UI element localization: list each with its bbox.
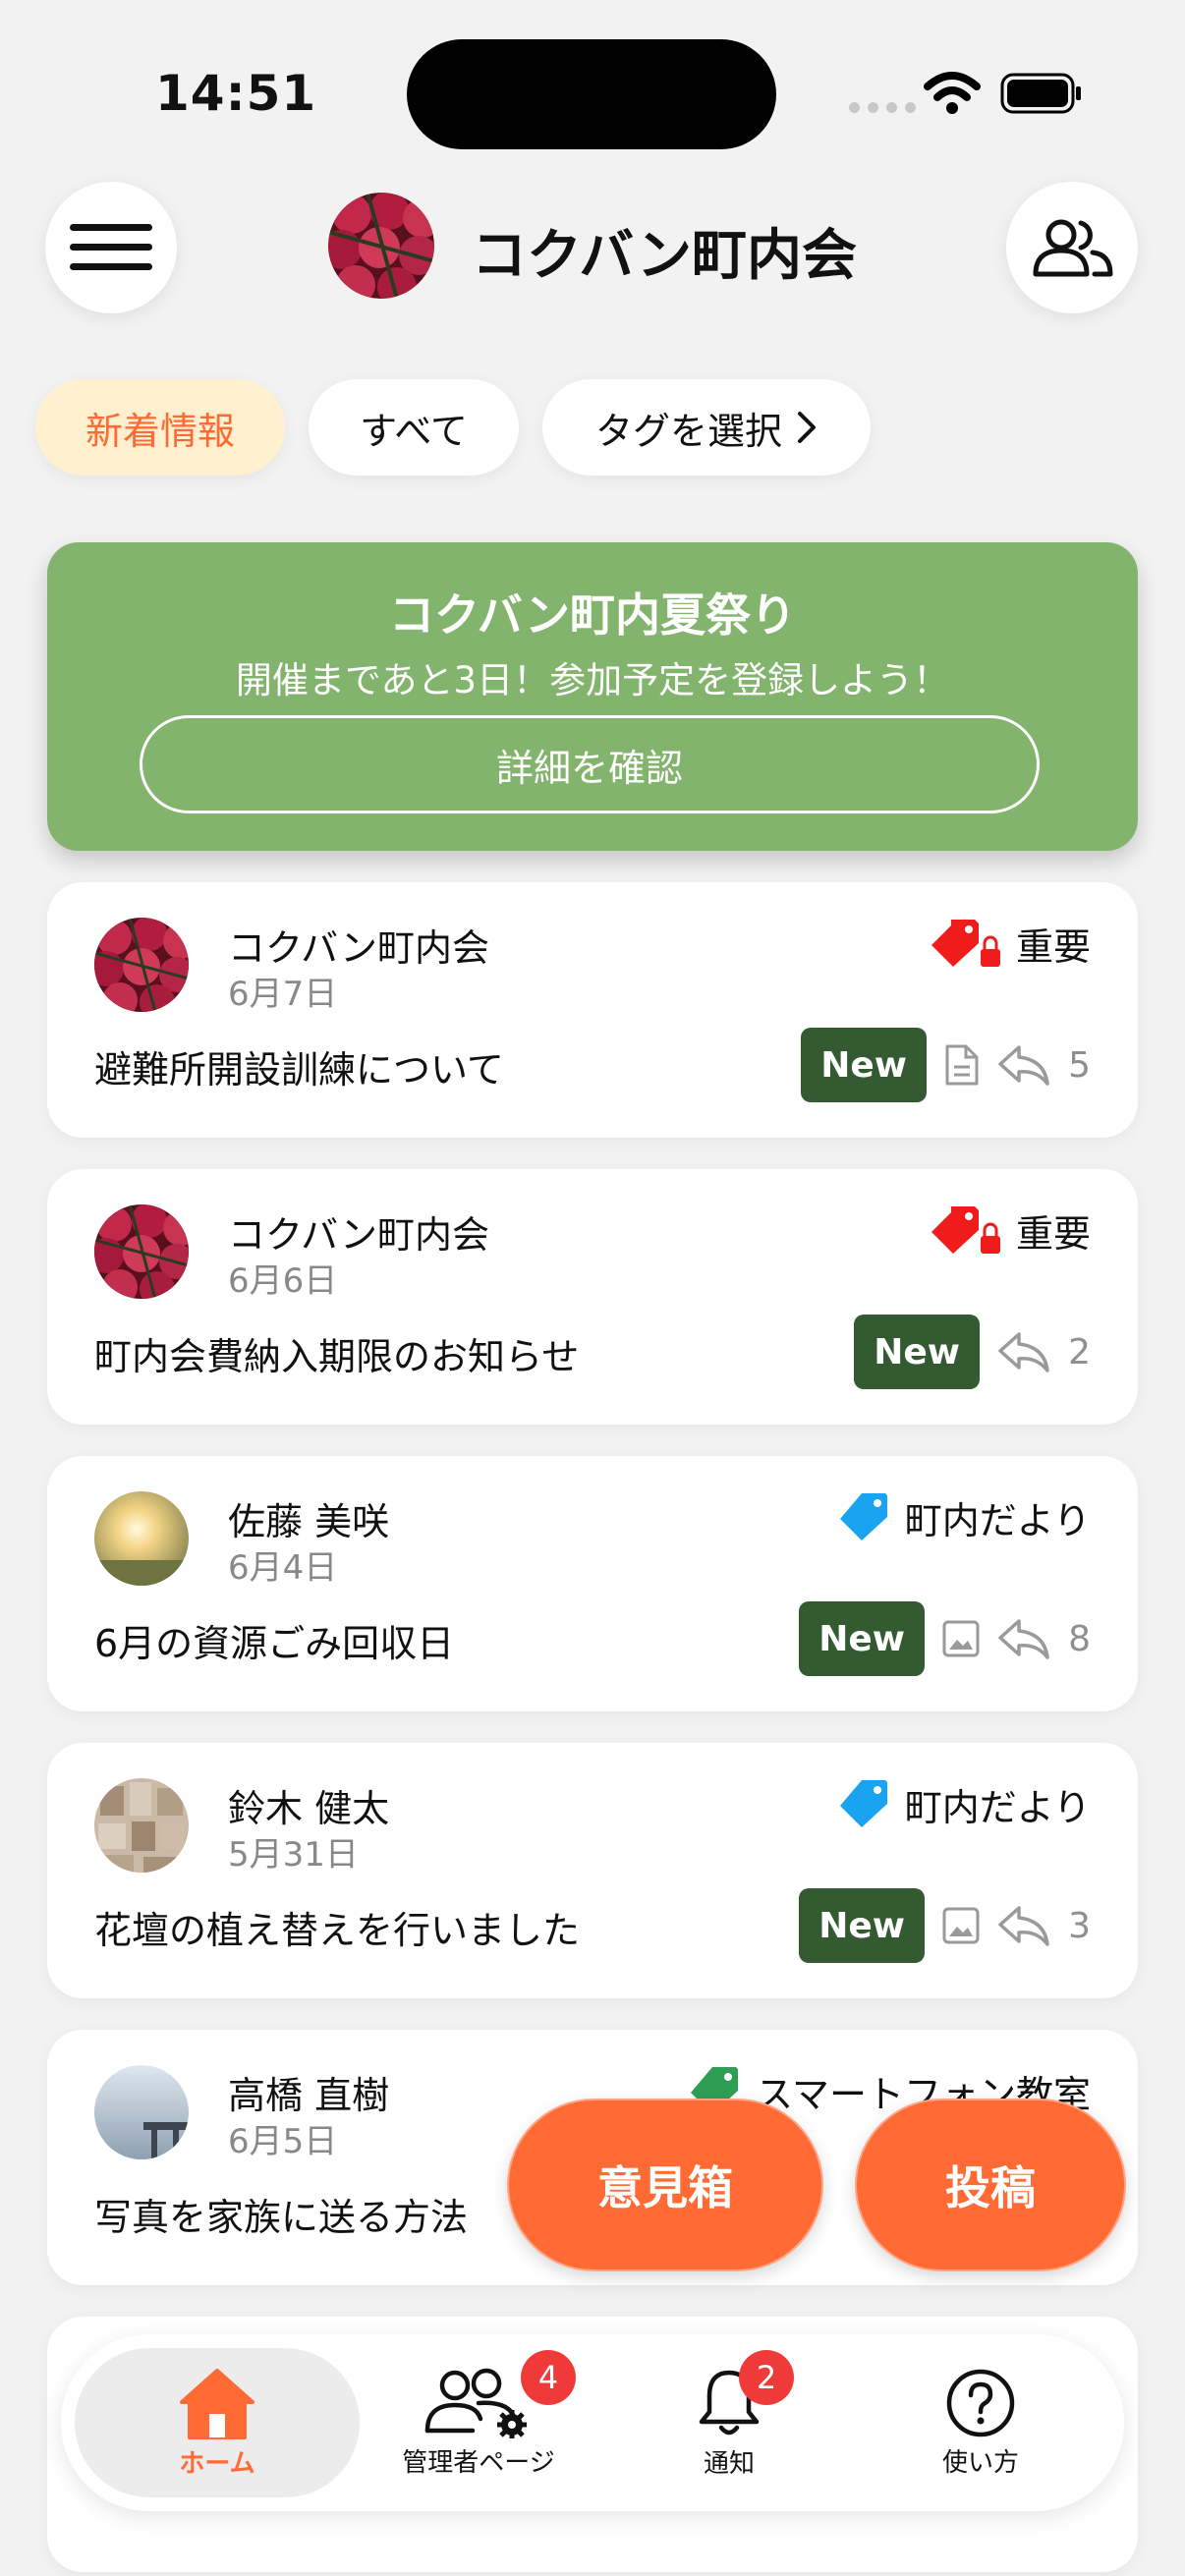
chevron-right-icon — [798, 412, 816, 443]
page-title: コクバン町内会 — [472, 224, 857, 288]
locked-tag-icon — [931, 1206, 1000, 1254]
banner-title: コクバン町内夏祭り — [389, 588, 796, 642]
new-post-button[interactable]: 投稿 — [855, 2099, 1126, 2271]
author-avatar — [94, 1204, 189, 1299]
image-icon — [942, 1620, 980, 1657]
post-tag: 重要 — [928, 916, 1091, 971]
author-avatar — [94, 1778, 189, 1873]
post-tag: 町内だより — [836, 1776, 1091, 1831]
tab-home[interactable]: ホーム — [75, 2334, 360, 2511]
new-badge: New — [799, 1601, 926, 1676]
reply-count: 2 — [1068, 1331, 1091, 1372]
chip-new-info[interactable]: 新着情報 — [35, 379, 285, 476]
battery-icon — [1000, 73, 1081, 114]
reply-count: 3 — [1068, 1905, 1091, 1946]
post-date: 6月7日 — [228, 975, 338, 1014]
reply-count: 5 — [1068, 1044, 1091, 1086]
reply-icon — [998, 1045, 1049, 1086]
reply-count: 8 — [1068, 1618, 1091, 1659]
author-name: コクバン町内会 — [228, 926, 490, 970]
dynamic-island — [407, 39, 776, 149]
tag-icon — [839, 1780, 887, 1827]
notifications-badge: 2 — [739, 2350, 794, 2405]
wifi-icon — [924, 72, 981, 114]
post-title: 町内会費納入期限のお知らせ — [94, 1335, 580, 1378]
banner-details-button[interactable]: 詳細を確認 — [140, 715, 1040, 813]
event-banner[interactable]: コクバン町内夏祭り 開催まであと3日！参加予定を登録しよう！ 詳細を確認 — [47, 542, 1138, 851]
post-title: 6月の資源ごみ回収日 — [94, 1622, 455, 1665]
menu-button[interactable] — [45, 182, 177, 313]
tag-icon — [839, 1493, 887, 1540]
tab-bar: ホーム 管理者ページ 4 通知 2 使い方 — [61, 2334, 1124, 2511]
admin-badge: 4 — [521, 2350, 576, 2405]
post-card[interactable]: コクバン町内会 6月6日 重要 町内会費納入期限のお知らせ New 2 — [47, 1169, 1138, 1425]
chip-select-tag[interactable]: タグを選択 — [542, 379, 871, 476]
new-badge: New — [801, 1028, 928, 1102]
chip-all[interactable]: すべて — [309, 379, 519, 476]
author-name: 高橋 直樹 — [228, 2074, 390, 2117]
author-name: コクバン町内会 — [228, 1213, 490, 1257]
tab-help[interactable]: 使い方 — [873, 2334, 1089, 2511]
tag-label: 重要 — [1015, 924, 1091, 969]
image-icon — [942, 1907, 980, 1944]
new-badge: New — [854, 1315, 981, 1389]
community-avatar — [328, 193, 434, 299]
hamburger-icon — [70, 224, 152, 270]
cellular-signal-icon — [849, 102, 916, 113]
new-badge: New — [799, 1888, 926, 1963]
post-date: 6月6日 — [228, 1261, 338, 1301]
home-icon — [180, 2368, 254, 2439]
post-tag: 町内だより — [836, 1489, 1091, 1544]
author-name: 佐藤 美咲 — [228, 1500, 390, 1543]
tab-admin-label: 管理者ページ — [402, 2447, 555, 2478]
post-date: 6月4日 — [228, 1548, 338, 1588]
author-avatar — [94, 1491, 189, 1586]
tag-label: 重要 — [1015, 1211, 1091, 1256]
members-button[interactable] — [1006, 182, 1138, 313]
tag-label: 町内だより — [904, 1785, 1091, 1829]
author-name: 鈴木 健太 — [228, 1787, 390, 1830]
tab-help-label: 使い方 — [941, 2447, 1019, 2478]
post-card[interactable]: コクバン町内会 6月7日 重要 避難所開設訓練について New 5 — [47, 882, 1138, 1138]
post-card[interactable]: 佐藤 美咲 6月4日 町内だより 6月の資源ごみ回収日 New 8 — [47, 1456, 1138, 1711]
banner-subtitle: 開催まであと3日！参加予定を登録しよう！ — [235, 659, 950, 701]
tab-notifications[interactable]: 通知 — [631, 2334, 827, 2511]
locked-tag-icon — [931, 920, 1000, 967]
post-date: 5月31日 — [228, 1835, 359, 1875]
author-avatar — [94, 2065, 189, 2159]
chip-select-tag-label: タグを選択 — [594, 409, 782, 453]
post-title: 写真を家族に送る方法 — [94, 2196, 469, 2239]
reply-icon — [998, 1332, 1049, 1372]
post-card[interactable]: 鈴木 健太 5月31日 町内だより 花壇の植え替えを行いました New 3 — [47, 1743, 1138, 1998]
help-circle-icon — [946, 2369, 1015, 2436]
post-title: 花壇の植え替えを行いました — [94, 1909, 581, 1952]
status-time: 14:51 — [155, 65, 317, 122]
reply-icon — [998, 1619, 1049, 1659]
tab-notifications-label: 通知 — [703, 2448, 755, 2479]
author-avatar — [94, 918, 189, 1012]
opinion-box-button[interactable]: 意見箱 — [507, 2099, 823, 2271]
reply-icon — [998, 1906, 1049, 1946]
post-title: 避難所開設訓練について — [94, 1048, 504, 1092]
tab-home-label: ホーム — [179, 2448, 255, 2479]
post-date: 6月5日 — [228, 2122, 338, 2161]
users-icon — [1033, 219, 1113, 277]
post-tag: 重要 — [928, 1203, 1091, 1258]
document-icon — [945, 1044, 979, 1086]
admin-users-gear-icon — [424, 2368, 527, 2438]
tag-label: 町内だより — [904, 1498, 1091, 1542]
